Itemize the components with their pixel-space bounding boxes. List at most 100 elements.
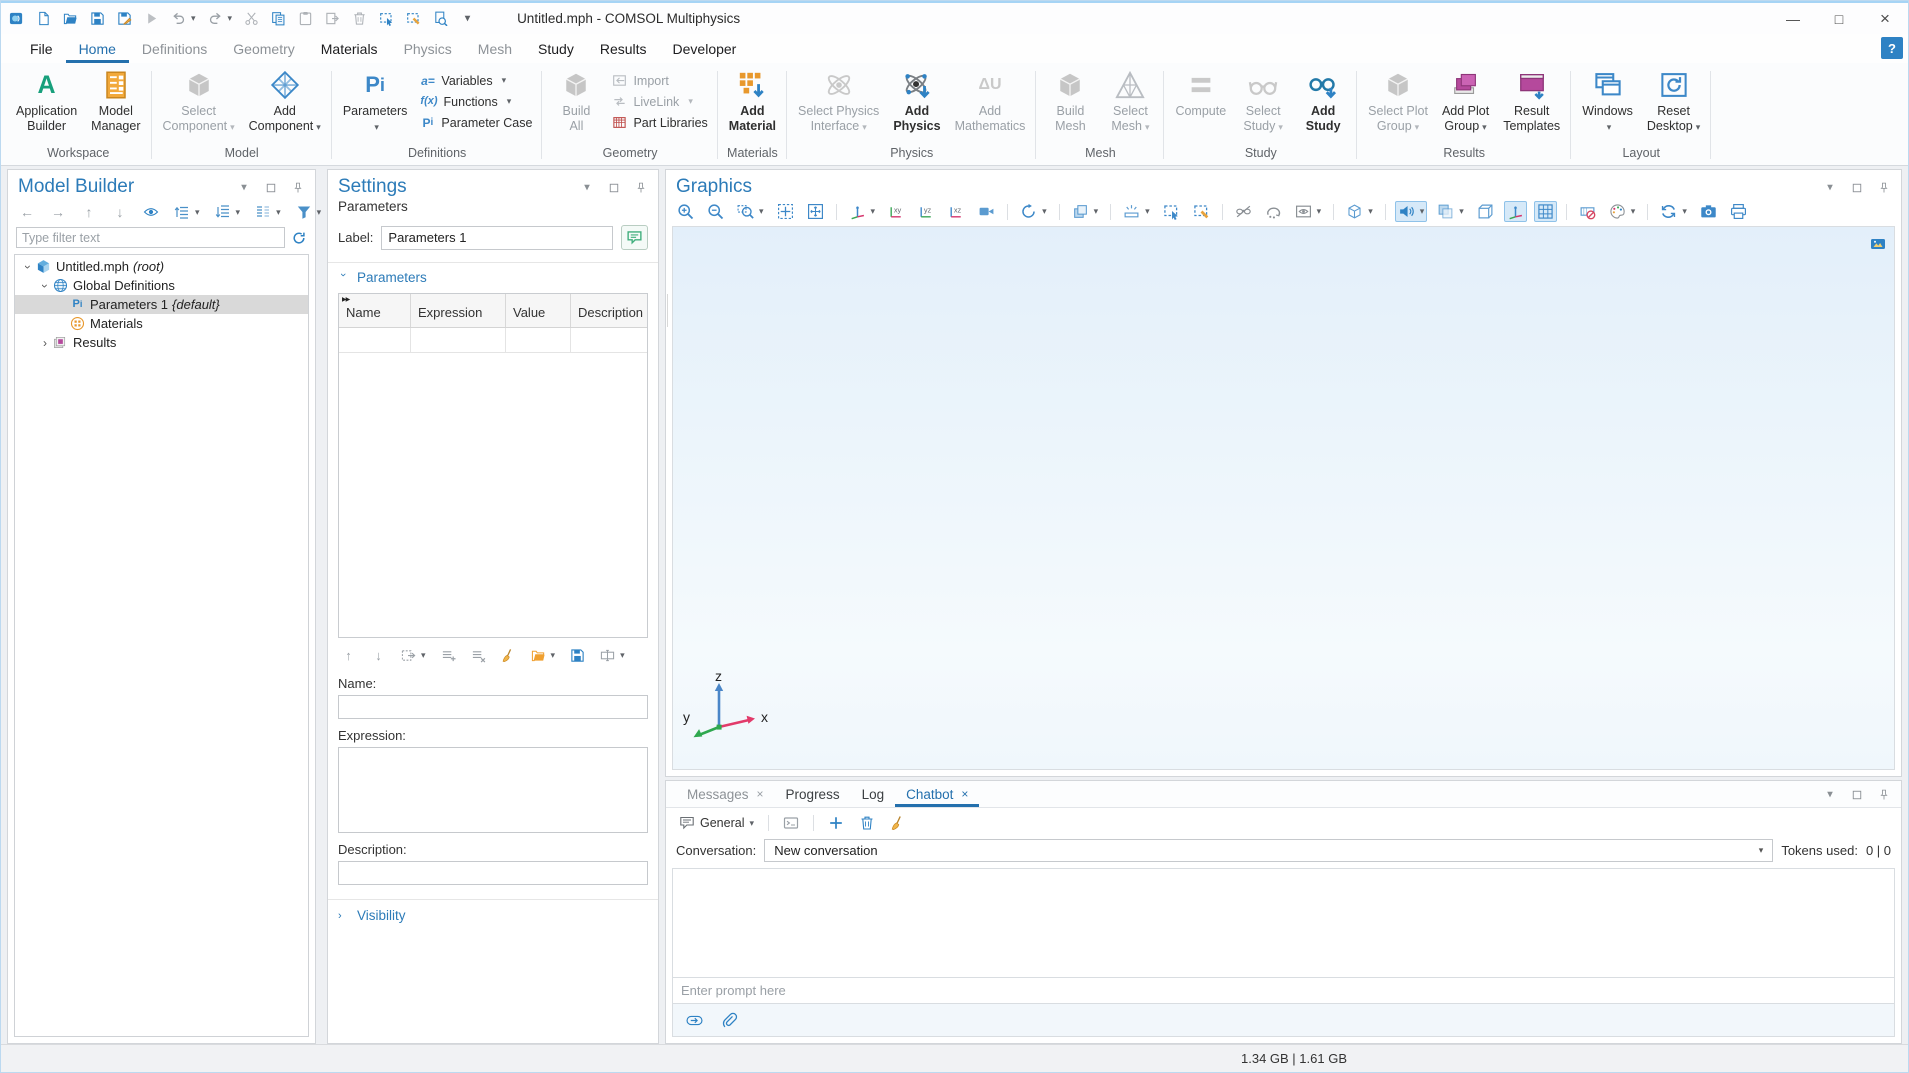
go-to-view-button[interactable]: ▾ (846, 201, 879, 222)
tab-mesh[interactable]: Mesh (465, 34, 525, 63)
new-conversation-button[interactable] (825, 813, 847, 833)
open-file-button[interactable] (63, 11, 78, 26)
clear-conversation-button[interactable] (887, 813, 909, 833)
column-header-expression[interactable]: Expression (411, 294, 506, 327)
customize-toolbar-button[interactable]: ▾ (460, 11, 475, 26)
add-plot-group-button[interactable]: Add PlotGroup▾ (1436, 68, 1495, 136)
zoom-box-button[interactable]: ▾ (734, 201, 767, 222)
node-global-definitions-expander[interactable]: › (38, 279, 52, 293)
node-results-expander[interactable]: › (38, 336, 52, 350)
zoom-out-button[interactable] (704, 201, 727, 222)
conversation-combobox[interactable]: New conversation ▾ (764, 839, 1773, 862)
color-palette-button[interactable]: ▾ (1606, 201, 1639, 222)
parameter-case-button[interactable]: PiParameter Case (415, 114, 537, 131)
zoom-selected-button[interactable] (804, 201, 827, 222)
tab-home[interactable]: Home (66, 34, 129, 63)
console-tab-messages[interactable]: Messages× (676, 781, 775, 807)
panel-splitter[interactable] (316, 169, 327, 1044)
parameters-table-body[interactable] (339, 353, 647, 637)
redo-button[interactable]: ▾ (208, 11, 233, 26)
maximize-button[interactable]: □ (1816, 3, 1862, 34)
deselect-box-button[interactable] (1190, 201, 1213, 222)
tab-definitions[interactable]: Definitions (129, 34, 220, 63)
table-move-down-button[interactable]: ↓ (368, 646, 389, 665)
add-component-button[interactable]: AddComponent▾ (243, 68, 327, 136)
panel-pin-button[interactable] (1875, 787, 1893, 803)
app-logo-button[interactable] (9, 11, 24, 26)
windows-button[interactable]: Windows▾ (1576, 68, 1639, 136)
orthographic-projection-button[interactable] (1474, 201, 1497, 222)
name-input[interactable] (338, 695, 648, 719)
help-button[interactable]: ? (1881, 37, 1903, 59)
chat-context-button[interactable]: General▾ (676, 813, 757, 833)
table-cell[interactable] (571, 328, 668, 352)
graphics-quick-access-icon[interactable] (1869, 236, 1887, 252)
tab-results[interactable]: Results (587, 34, 660, 63)
table-delete-row-button[interactable] (468, 646, 489, 665)
table-clear-button[interactable] (498, 646, 519, 665)
messages-close-icon[interactable]: × (757, 787, 764, 801)
expand-all-button[interactable]: ▾ (171, 202, 203, 222)
tab-file[interactable]: File (17, 34, 66, 63)
console-tab-log[interactable]: Log (851, 781, 896, 807)
node-root[interactable]: ›Untitled.mph (root) (15, 257, 308, 276)
find-button[interactable] (433, 11, 448, 26)
panel-menu-button[interactable]: ▾ (235, 180, 253, 196)
paste-button[interactable] (298, 11, 313, 26)
conversation-area[interactable] (672, 868, 1895, 978)
chatbot-close-icon[interactable]: × (961, 787, 968, 801)
zoom-in-button[interactable] (674, 201, 697, 222)
send-prompt-button[interactable] (683, 1010, 706, 1031)
panel-float-button[interactable] (262, 180, 280, 196)
prompt-input[interactable] (673, 978, 1894, 1003)
application-builder-button[interactable]: AApplicationBuilder (10, 68, 83, 136)
view-xz-button[interactable]: xz (945, 201, 968, 222)
show-axis-orientation-button[interactable] (1504, 201, 1527, 222)
update-plot-button[interactable]: ▾ (1657, 201, 1690, 222)
parameters-button[interactable]: PiParameters▾ (337, 68, 414, 136)
select-box-button[interactable] (1160, 201, 1183, 222)
node-parameters[interactable]: PiParameters 1 {default} (15, 295, 308, 314)
console-tab-progress[interactable]: Progress (775, 781, 851, 807)
reset-desktop-button[interactable]: ResetDesktop▾ (1641, 68, 1706, 136)
functions-button[interactable]: f(x)Functions▾ (415, 93, 537, 110)
panel-menu-button[interactable]: ▾ (578, 180, 596, 196)
hide-color-legend-button[interactable] (1576, 201, 1599, 222)
scene-settings-button[interactable]: ▾ (1069, 201, 1102, 222)
visibility-section-header[interactable]: › Visibility (328, 899, 658, 931)
column-header-description[interactable]: Description (571, 294, 668, 327)
panel-menu-button[interactable]: ▾ (1821, 787, 1839, 803)
clear-selection-button[interactable] (406, 11, 421, 26)
table-save-button[interactable] (567, 646, 588, 665)
zoom-extents-button[interactable] (774, 201, 797, 222)
node-materials[interactable]: Materials (15, 314, 308, 333)
close-button[interactable]: × (1862, 3, 1908, 34)
part-libraries-button[interactable]: Part Libraries (607, 114, 712, 131)
variables-button[interactable]: a=Variables▾ (415, 72, 537, 89)
tab-study[interactable]: Study (525, 34, 587, 63)
panel-pin-button[interactable] (1875, 180, 1893, 196)
move-down-button[interactable]: ↓ (109, 202, 131, 222)
node-global-definitions[interactable]: ›Global Definitions (15, 276, 308, 295)
rotate-view-button[interactable]: ▾ (1017, 201, 1050, 222)
transparency-button[interactable]: ▾ (1434, 201, 1467, 222)
node-results[interactable]: ›Results (15, 333, 308, 352)
insert-prompt-button[interactable] (780, 813, 802, 833)
wireframe-rendering-button[interactable]: ▾ (1343, 201, 1376, 222)
panel-pin-button[interactable] (632, 180, 650, 196)
column-header-name[interactable]: Name▶▶ (339, 294, 411, 327)
table-cell[interactable] (506, 328, 571, 352)
undo-button[interactable]: ▾ (171, 11, 196, 26)
tab-materials[interactable]: Materials (308, 34, 391, 63)
cut-button[interactable] (244, 11, 259, 26)
graphics-canvas[interactable]: z y x (672, 226, 1895, 770)
refresh-icon[interactable] (291, 230, 307, 246)
hide-objects-button[interactable] (1232, 201, 1255, 222)
new-file-button[interactable] (36, 11, 51, 26)
go-back-button[interactable]: ← (16, 202, 38, 222)
copy-button[interactable] (271, 11, 286, 26)
view-hidden-button[interactable]: ▾ (1292, 201, 1325, 222)
description-input[interactable] (338, 861, 648, 885)
sound-button[interactable]: ▾ (1395, 201, 1428, 222)
add-physics-button[interactable]: AddPhysics (887, 68, 946, 136)
